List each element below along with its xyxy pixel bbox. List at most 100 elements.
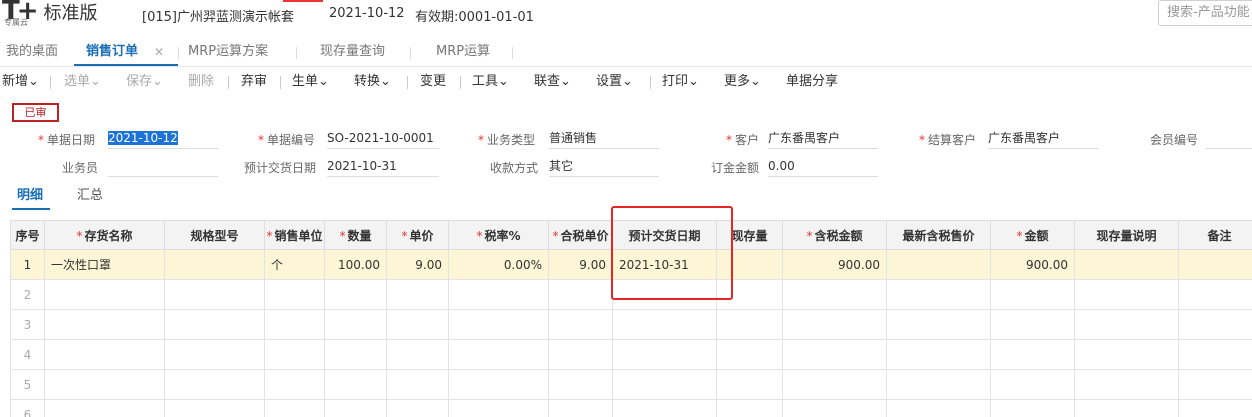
table-cell[interactable] — [886, 279, 991, 310]
table-cell[interactable] — [386, 279, 449, 310]
table-cell[interactable] — [164, 369, 265, 400]
save-button[interactable]: 保存⌄ — [126, 68, 163, 96]
table-cell[interactable] — [264, 339, 325, 370]
member-no-field[interactable] — [1206, 129, 1252, 149]
table-cell[interactable] — [1074, 279, 1179, 310]
table-cell[interactable] — [1074, 339, 1179, 370]
table-cell[interactable] — [386, 399, 449, 417]
table-cell[interactable] — [782, 399, 887, 417]
table-cell[interactable] — [1178, 339, 1252, 370]
table-cell[interactable] — [548, 399, 613, 417]
table-cell[interactable] — [324, 369, 387, 400]
col-tax-rate[interactable]: * 税率% — [448, 220, 549, 250]
change-button[interactable]: 变更 — [420, 68, 446, 96]
select-button[interactable]: 选单⌄ — [64, 68, 101, 96]
table-cell[interactable] — [386, 339, 449, 370]
cell-expected-date[interactable]: 2021-10-31 — [612, 249, 717, 280]
table-cell[interactable] — [548, 369, 613, 400]
biz-type-field[interactable]: 普通销售 — [549, 129, 659, 149]
col-note[interactable]: 备注 — [1178, 220, 1252, 250]
table-cell[interactable] — [44, 279, 165, 310]
account-name[interactable]: [015]广州羿蓝测演示帐套 — [142, 6, 294, 25]
print-button[interactable]: 打印⌄ — [662, 68, 699, 96]
table-cell[interactable] — [782, 339, 887, 370]
table-cell[interactable] — [164, 309, 265, 340]
delete-button[interactable]: 删除 — [188, 68, 214, 96]
col-stock-desc[interactable]: 现存量说明 — [1074, 220, 1179, 250]
table-cell[interactable] — [716, 279, 783, 310]
table-cell[interactable] — [448, 309, 549, 340]
table-cell[interactable] — [264, 279, 325, 310]
table-cell[interactable] — [990, 309, 1075, 340]
table-cell[interactable] — [44, 369, 165, 400]
customer-field[interactable]: 广东番禺客户 — [768, 129, 878, 149]
table-cell[interactable] — [548, 309, 613, 340]
cell-note[interactable] — [1178, 249, 1252, 280]
table-cell[interactable] — [782, 309, 887, 340]
col-expected-date[interactable]: 预计交货日期 — [612, 220, 717, 250]
cell-stock[interactable] — [716, 249, 783, 280]
col-price[interactable]: * 单价 — [386, 220, 449, 250]
cell-spec[interactable] — [164, 249, 265, 280]
cell-price[interactable]: 9.00 — [386, 249, 449, 280]
cell-tax-price[interactable]: 9.00 — [548, 249, 613, 280]
table-row[interactable]: 6 — [10, 399, 1252, 417]
table-row[interactable]: 1 一次性口罩 个 100.00 9.00 0.00% 9.00 2021-10… — [10, 249, 1252, 280]
col-stock[interactable]: 现存量 — [716, 220, 783, 250]
table-cell[interactable] — [1074, 309, 1179, 340]
table-cell[interactable] — [1074, 399, 1179, 417]
table-cell[interactable] — [448, 399, 549, 417]
search-input[interactable]: 搜索-产品功能 — [1158, 0, 1252, 26]
table-cell[interactable] — [264, 309, 325, 340]
table-cell[interactable] — [324, 279, 387, 310]
table-cell[interactable] — [990, 369, 1075, 400]
order-no-field[interactable]: SO-2021-10-0001 — [327, 129, 439, 149]
table-cell[interactable] — [44, 339, 165, 370]
share-button[interactable]: 单据分享 — [786, 68, 838, 96]
expected-date-field[interactable]: 2021-10-31 — [327, 157, 439, 177]
convert-button[interactable]: 转换⌄ — [354, 68, 391, 96]
table-cell[interactable] — [612, 399, 717, 417]
tab-mrp-plan[interactable]: MRP运算方案 — [188, 38, 268, 67]
table-cell[interactable] — [324, 309, 387, 340]
table-cell[interactable] — [1178, 309, 1252, 340]
table-cell[interactable] — [612, 309, 717, 340]
table-cell[interactable] — [612, 369, 717, 400]
col-tax-amount[interactable]: * 含税金额 — [782, 220, 887, 250]
table-cell[interactable] — [612, 279, 717, 310]
query-button[interactable]: 联查⌄ — [534, 68, 571, 96]
table-cell[interactable] — [716, 309, 783, 340]
table-cell[interactable] — [548, 339, 613, 370]
payment-field[interactable]: 其它 — [549, 157, 659, 177]
table-row[interactable]: 4 — [10, 339, 1252, 370]
tab-my-desktop[interactable]: 我的桌面 — [6, 38, 58, 67]
table-cell[interactable] — [164, 399, 265, 417]
table-cell[interactable] — [164, 339, 265, 370]
table-cell[interactable] — [1074, 369, 1179, 400]
cell-tax-amount[interactable]: 900.00 — [782, 249, 887, 280]
table-cell[interactable] — [716, 339, 783, 370]
cell-stock-desc[interactable] — [1074, 249, 1179, 280]
order-date-field[interactable]: 2021-10-12 — [108, 129, 218, 149]
cell-amount[interactable]: 900.00 — [990, 249, 1075, 280]
more-button[interactable]: 更多⌄ — [724, 68, 761, 96]
table-cell[interactable] — [264, 399, 325, 417]
table-cell[interactable] — [324, 399, 387, 417]
col-latest-price[interactable]: 最新含税售价 — [886, 220, 991, 250]
table-cell[interactable] — [886, 309, 991, 340]
table-row[interactable]: 3 — [10, 309, 1252, 340]
cell-tax-rate[interactable]: 0.00% — [448, 249, 549, 280]
table-cell[interactable] — [448, 279, 549, 310]
tab-detail[interactable]: 明细 — [17, 185, 43, 209]
table-cell[interactable] — [448, 369, 549, 400]
table-cell[interactable] — [716, 369, 783, 400]
table-cell[interactable] — [886, 399, 991, 417]
table-cell[interactable] — [612, 339, 717, 370]
cell-qty[interactable]: 100.00 — [324, 249, 387, 280]
settings-button[interactable]: 设置⌄ — [596, 68, 633, 96]
table-cell[interactable] — [1178, 399, 1252, 417]
cell-latest-price[interactable] — [886, 249, 991, 280]
table-cell[interactable] — [1178, 279, 1252, 310]
col-item-name[interactable]: * 存货名称 — [44, 220, 165, 250]
table-cell[interactable] — [548, 279, 613, 310]
